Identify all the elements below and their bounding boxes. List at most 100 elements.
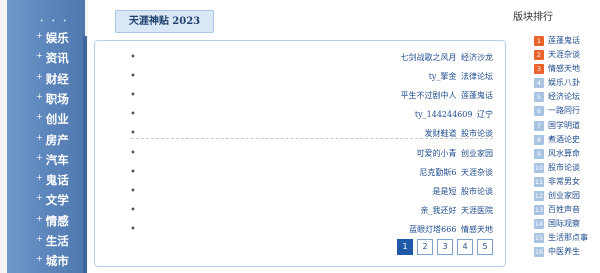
post-board-link[interactable]: 辽宁 <box>477 110 493 119</box>
post-board-link[interactable]: 天涯杂谈 <box>461 168 493 177</box>
board-rank-label[interactable]: 中医养生 <box>548 247 580 256</box>
nav-item[interactable]: + 文学 <box>36 192 69 208</box>
board-rank-item[interactable]: 3 情感天地 <box>534 62 600 76</box>
side-nav: • • • + 娱乐 + 资讯 + 财经 + 职场 + 创业 + 房产 + 汽车 + 鬼话 + 文学 + 情感 + 生活 +… <box>0 0 88 273</box>
rank-number-badge: 2 <box>534 50 544 61</box>
page-button[interactable]: 5 <box>477 239 493 255</box>
board-rank-label[interactable]: 百姓声音 <box>548 205 580 214</box>
post-board-link[interactable]: 莲蓬鬼话 <box>461 91 493 100</box>
rank-number-badge: 5 <box>534 92 544 103</box>
post-board-link[interactable]: 法律论坛 <box>461 72 493 81</box>
bullet-icon: • <box>130 224 136 235</box>
board-rank-item[interactable]: 4 娱乐八卦 <box>534 76 600 90</box>
nav-item[interactable]: + 汽车 <box>36 152 69 168</box>
post-author-link[interactable]: 平生不过剧中人 <box>400 91 456 100</box>
page-button[interactable]: 1 <box>397 239 413 255</box>
post-author-link[interactable]: 蓝眼灯塔666 <box>409 225 456 234</box>
hot-posts-list-1: • 七剑战歌之风月 经济沙龙 • ty_擎金 法律论坛 • 平生不过剧中人 莲蓬鬼话 • ty… <box>103 48 501 143</box>
post-author-link[interactable]: 发财鞋道 <box>424 129 456 138</box>
post-board-link[interactable]: 经济沙龙 <box>461 53 493 62</box>
nav-item[interactable]: + 城市 <box>36 253 69 269</box>
rank-number-badge: 6 <box>534 106 544 117</box>
board-rank-item[interactable]: 7 国学明道 <box>534 119 600 133</box>
board-rank-label[interactable]: 莲蓬鬼话 <box>548 36 580 45</box>
post-board-link[interactable]: 天涯医院 <box>461 206 493 215</box>
board-rank-label[interactable]: 股市论谈 <box>548 163 580 172</box>
plus-icon: + <box>36 254 43 264</box>
post-author-link[interactable]: 亲_我还好 <box>420 206 456 215</box>
board-rank-item[interactable]: 9 风水算命 <box>534 147 600 161</box>
board-rank-item[interactable]: 10 股市论谈 <box>534 161 600 175</box>
rank-number-badge: 4 <box>534 78 544 89</box>
board-rank-item[interactable]: 6 一路同行 <box>534 104 600 118</box>
board-rank-item[interactable]: 16 中医养生 <box>534 245 600 259</box>
bullet-icon: • <box>130 167 136 178</box>
nav-item[interactable]: + 情感 <box>36 213 69 229</box>
post-author-link[interactable]: 可爱的小青 <box>416 149 456 158</box>
board-rank-label[interactable]: 国学明道 <box>548 121 580 130</box>
board-rank-label[interactable]: 天涯杂谈 <box>548 50 580 59</box>
hot-posts-panel: • 七剑战歌之风月 经济沙龙 • ty_擎金 法律论坛 • 平生不过剧中人 莲蓬鬼话 • ty… <box>94 40 506 267</box>
nav-item[interactable]: + 职场 <box>36 91 69 107</box>
nav-item[interactable]: + 鬼话 <box>36 172 69 188</box>
nav-item[interactable]: + 财经 <box>36 71 69 87</box>
plus-icon: + <box>36 193 43 203</box>
nav-item[interactable]: + 房产 <box>36 132 69 148</box>
post-row: • 是是短 股市论谈 <box>103 182 501 201</box>
board-rank-label[interactable]: 娱乐八卦 <box>548 78 580 87</box>
board-rank-label[interactable]: 经济论坛 <box>548 92 580 101</box>
board-rank-label[interactable]: 国际观察 <box>548 219 580 228</box>
nav-item[interactable]: + 生活 <box>36 233 69 249</box>
nav-item[interactable]: + 资讯 <box>36 50 69 66</box>
board-rank-item[interactable]: 8 煮酒论史 <box>534 133 600 147</box>
post-board-link[interactable]: 股市论谈 <box>461 129 493 138</box>
post-author-link[interactable]: ty_擎金 <box>429 72 457 81</box>
rank-number-badge: 15 <box>534 233 544 244</box>
plus-icon: + <box>36 71 43 81</box>
post-row: • 发财鞋道 股市论谈 <box>103 124 501 143</box>
board-rank-item[interactable]: 15 生活那点事 <box>534 231 600 245</box>
board-rank-title: 版块排行 <box>513 12 553 23</box>
post-board-link[interactable]: 创业家园 <box>461 149 493 158</box>
board-rank-item[interactable]: 14 国际观察 <box>534 217 600 231</box>
board-rank-label[interactable]: 非常男女 <box>548 177 580 186</box>
board-rank-label[interactable]: 情感天地 <box>548 64 580 73</box>
bullet-icon: • <box>130 128 136 139</box>
post-board-link[interactable]: 股市论谈 <box>461 187 493 196</box>
nav-item-label: 财经 <box>45 71 69 86</box>
board-rank-label[interactable]: 一路同行 <box>548 106 580 115</box>
bullet-icon: • <box>130 71 136 82</box>
board-rank-item[interactable]: 2 天涯杂谈 <box>534 48 600 62</box>
post-author-link[interactable]: 是是短 <box>432 187 456 196</box>
board-rank-item[interactable]: 5 经济论坛 <box>534 90 600 104</box>
plus-icon: + <box>36 234 43 243</box>
board-rank-item[interactable]: 12 创业家园 <box>534 189 600 203</box>
pagination: 12345 <box>397 239 497 256</box>
hot-posts-title: 天涯神贴 2023 <box>115 10 214 33</box>
nav-item[interactable]: + 娱乐 <box>36 30 69 46</box>
post-author-link[interactable]: 尼克勤斯6 <box>419 168 456 177</box>
plus-icon: + <box>36 173 43 183</box>
nav-top-dots: • • • <box>40 18 70 25</box>
board-rank-label[interactable]: 煮酒论史 <box>548 135 580 144</box>
post-entry: ty_擎金 法律论坛 <box>429 67 493 86</box>
page-button[interactable]: 4 <box>457 239 473 255</box>
bullet-icon: • <box>130 186 136 197</box>
bullet-icon: • <box>130 52 136 63</box>
post-board-link[interactable]: 情感天地 <box>461 225 493 234</box>
post-author-link[interactable]: ty_144244609 <box>415 110 473 119</box>
post-author-link[interactable]: 七剑战歌之风月 <box>400 53 456 62</box>
board-rank-label[interactable]: 生活那点事 <box>548 233 588 242</box>
post-entry: 尼克勤斯6 天涯杂谈 <box>419 163 493 182</box>
rank-number-badge: 1 <box>534 36 544 46</box>
board-rank-label[interactable]: 创业家园 <box>548 191 580 200</box>
nav-item-label: 情感 <box>45 213 69 228</box>
rank-number-badge: 9 <box>534 148 544 159</box>
page-button[interactable]: 3 <box>437 239 453 255</box>
board-rank-item[interactable]: 1 莲蓬鬼话 <box>534 34 600 48</box>
board-rank-item[interactable]: 11 非常男女 <box>534 175 600 189</box>
nav-item[interactable]: + 创业 <box>36 111 69 127</box>
page-button[interactable]: 2 <box>417 239 433 255</box>
board-rank-label[interactable]: 风水算命 <box>548 149 580 158</box>
board-rank-item[interactable]: 13 百姓声音 <box>534 203 600 217</box>
